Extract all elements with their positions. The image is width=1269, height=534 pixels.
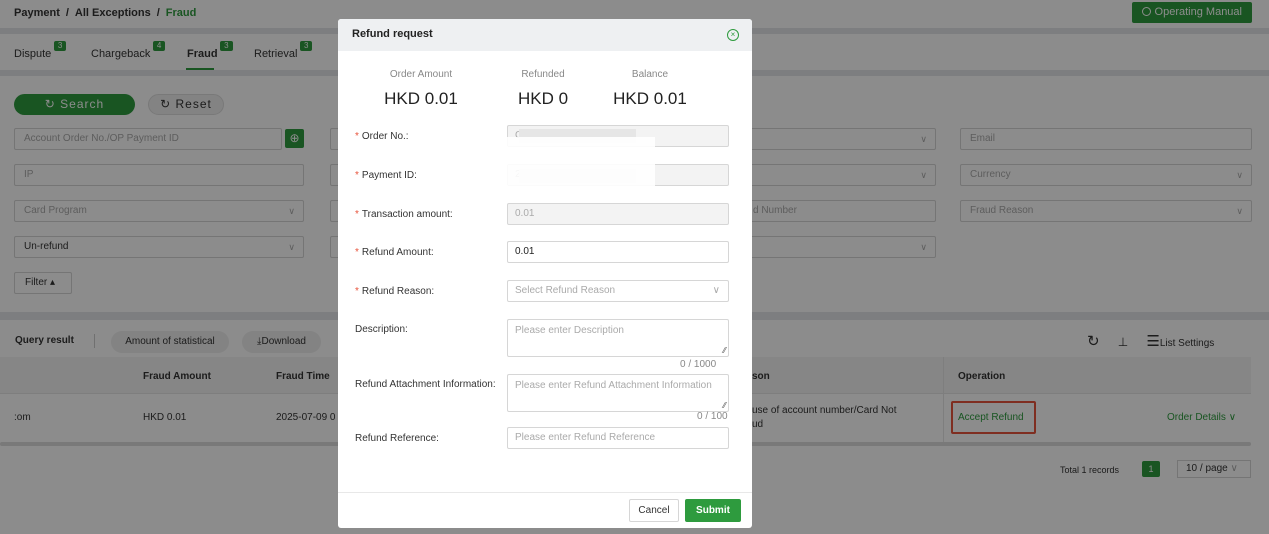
refund-request-modal: Refund request × Order Amount HKD 0.01 R…	[338, 19, 752, 528]
description-label: Description:	[355, 324, 408, 335]
modal-header: Refund request ×	[338, 19, 752, 51]
refunded-label: Refunded	[521, 69, 565, 80]
balance-value: HKD 0.01	[613, 89, 687, 108]
order-no-label: * Order No.:	[355, 131, 409, 142]
attachment-textarea[interactable]: Please enter Refund Attachment Informati…	[507, 374, 729, 412]
transaction-amount-label: * Transaction amount:	[355, 209, 453, 220]
description-textarea[interactable]: Please enter Description ⁄⁄	[507, 319, 729, 357]
refund-reason-label: * Refund Reason:	[355, 286, 435, 297]
refund-amount-label: * Refund Amount:	[355, 247, 434, 258]
attachment-label: Refund Attachment Information:	[355, 379, 496, 390]
refund-amount-input[interactable]: 0.01	[507, 241, 729, 263]
cancel-button[interactable]: Cancel	[629, 499, 679, 522]
balance-label: Balance	[631, 69, 669, 80]
close-icon[interactable]: ×	[727, 29, 739, 41]
refunded-value: HKD 0	[517, 89, 569, 108]
modal-footer-divider	[338, 492, 752, 493]
attachment-counter: 0 / 100	[697, 411, 728, 422]
redacted-block	[495, 137, 655, 187]
reference-input[interactable]: Please enter Refund Reference	[507, 427, 729, 449]
resize-handle-icon[interactable]: ⁄⁄	[723, 401, 726, 410]
modal-title: Refund request	[352, 28, 433, 40]
resize-handle-icon[interactable]: ⁄⁄	[723, 346, 726, 355]
page: Payment / All Exceptions / Fraud Operating M…	[0, 0, 1269, 534]
refund-reason-select[interactable]: Select Refund Reason ∨	[507, 280, 729, 302]
description-counter: 0 / 1000	[680, 359, 717, 370]
reference-label: Refund Reference:	[355, 433, 439, 444]
payment-id-label: * Payment ID:	[355, 170, 417, 181]
chevron-down-icon: ∨	[712, 285, 720, 296]
transaction-amount-field: 0.01	[507, 203, 729, 225]
submit-button[interactable]: Submit	[685, 499, 741, 522]
order-amount-value: HKD 0.01	[384, 89, 458, 108]
order-amount-label: Order Amount	[389, 69, 453, 80]
